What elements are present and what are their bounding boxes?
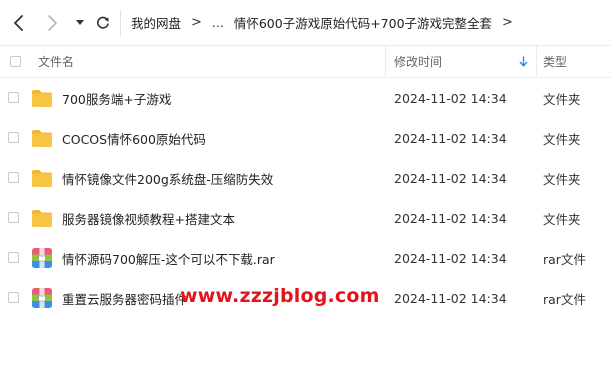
file-name[interactable]: 700服务端+子游戏 xyxy=(62,78,171,118)
caret-down-icon xyxy=(76,19,84,25)
breadcrumb-ellipsis[interactable]: ... xyxy=(212,15,224,30)
rar-archive-icon xyxy=(31,288,53,308)
rar-archive-icon xyxy=(31,248,53,268)
back-button[interactable] xyxy=(4,0,34,46)
breadcrumb-current[interactable]: 情怀600子游戏原始代码+700子游戏完整全套 xyxy=(234,13,492,32)
file-type: rar文件 xyxy=(543,291,586,307)
breadcrumb-root[interactable]: 我的网盘 xyxy=(131,13,181,32)
refresh-button[interactable] xyxy=(90,0,116,46)
row-checkbox[interactable] xyxy=(8,252,19,263)
row-checkbox[interactable] xyxy=(8,92,19,103)
file-modified-time: 2024-11-02 14:34 xyxy=(394,90,507,106)
breadcrumb-separator-icon: > xyxy=(191,15,202,30)
row-checkbox[interactable] xyxy=(8,292,19,303)
file-modified-time: 2024-11-02 14:34 xyxy=(394,210,507,226)
toolbar-divider xyxy=(120,9,121,36)
file-name[interactable]: 情怀源码700解压-这个可以不下载.rar xyxy=(62,238,275,278)
file-row[interactable]: 700服务端+子游戏 2024-11-02 14:34 文件夹 xyxy=(0,78,611,118)
file-type: 文件夹 xyxy=(543,211,581,227)
file-modified-time: 2024-11-02 14:34 xyxy=(394,290,507,306)
column-header-name[interactable]: 文件名 xyxy=(38,46,74,77)
file-row[interactable]: 情怀源码700解压-这个可以不下载.rar 2024-11-02 14:34 r… xyxy=(0,238,611,278)
row-checkbox[interactable] xyxy=(8,172,19,183)
column-divider[interactable] xyxy=(385,46,386,77)
forward-button[interactable] xyxy=(34,0,70,46)
chevron-left-icon xyxy=(14,14,23,31)
file-type: rar文件 xyxy=(543,251,586,267)
file-modified-time: 2024-11-02 14:34 xyxy=(394,170,507,186)
select-all-checkbox[interactable] xyxy=(9,56,21,67)
file-modified-time: 2024-11-02 14:34 xyxy=(394,250,507,266)
refresh-icon xyxy=(97,16,109,29)
file-name[interactable]: COCOS情怀600原始代码 xyxy=(62,118,206,158)
file-list: 700服务端+子游戏 2024-11-02 14:34 文件夹 COCOS情怀6… xyxy=(0,78,611,318)
navigation-toolbar: 我的网盘 > ... 情怀600子游戏原始代码+700子游戏完整全套 > xyxy=(0,0,611,46)
folder-icon xyxy=(31,208,53,228)
breadcrumb-separator-icon[interactable]: > xyxy=(502,15,513,30)
column-divider[interactable] xyxy=(536,46,537,77)
column-header-modified-time[interactable]: 修改时间 xyxy=(394,46,442,77)
file-row[interactable]: 服务器镜像视频教程+搭建文本 2024-11-02 14:34 文件夹 xyxy=(0,198,611,238)
folder-icon xyxy=(31,88,53,108)
column-header-type[interactable]: 类型 xyxy=(543,46,567,77)
history-dropdown-button[interactable] xyxy=(70,0,90,46)
chevron-right-icon xyxy=(48,14,57,31)
row-checkbox[interactable] xyxy=(8,212,19,223)
watermark-text: www.zzzjblog.com xyxy=(180,285,380,307)
file-modified-time: 2024-11-02 14:34 xyxy=(394,130,507,146)
file-name[interactable]: 服务器镜像视频教程+搭建文本 xyxy=(62,198,235,238)
file-type: 文件夹 xyxy=(543,171,581,187)
file-type: 文件夹 xyxy=(543,131,581,147)
file-name[interactable]: 情怀镜像文件200g系统盘-压缩防失效 xyxy=(62,158,273,198)
file-row[interactable]: COCOS情怀600原始代码 2024-11-02 14:34 文件夹 xyxy=(0,118,611,158)
file-list-header: 文件名 修改时间 类型 xyxy=(0,46,611,78)
sort-descending-icon[interactable] xyxy=(519,46,528,77)
select-all-cell xyxy=(0,46,30,77)
file-type: 文件夹 xyxy=(543,91,581,107)
folder-icon xyxy=(31,128,53,148)
row-checkbox[interactable] xyxy=(8,132,19,143)
file-name[interactable]: 重置云服务器密码插件 xyxy=(62,278,187,318)
folder-icon xyxy=(31,168,53,188)
file-row[interactable]: 情怀镜像文件200g系统盘-压缩防失效 2024-11-02 14:34 文件夹 xyxy=(0,158,611,198)
